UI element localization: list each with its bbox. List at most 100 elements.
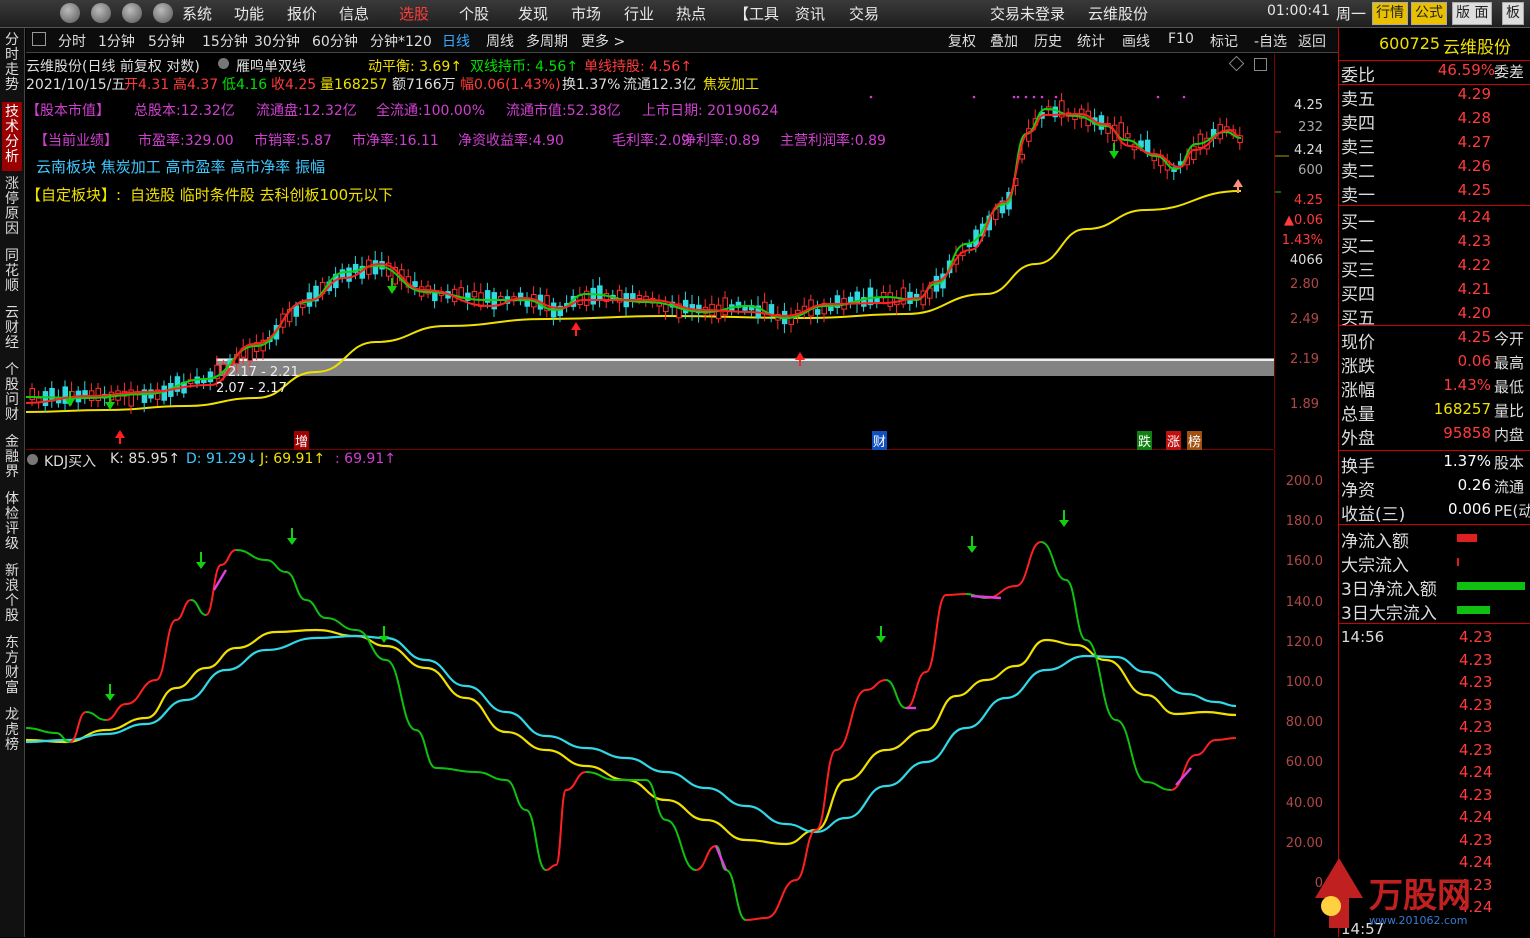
tool-6[interactable]: 标记 xyxy=(1210,31,1238,51)
login-status[interactable]: 交易未登录 xyxy=(990,3,1065,24)
period-10[interactable]: 更多 > xyxy=(581,31,625,51)
menu-item-7[interactable]: 市场 xyxy=(571,3,601,24)
zone-label-2: 2.07 - 2.17 xyxy=(216,381,287,396)
watermark-url: www.201062.com xyxy=(1369,914,1468,927)
menu-item-4[interactable]: 选股 xyxy=(399,3,429,24)
kdj-j-segment xyxy=(555,789,567,866)
menu-item-0[interactable]: 系统 xyxy=(182,3,212,24)
menu-item-12[interactable]: 交易 xyxy=(849,3,879,24)
signal-dot xyxy=(972,95,976,99)
left-tab-0[interactable]: 分时走势 xyxy=(2,30,22,99)
candle xyxy=(847,292,854,309)
menu-item-8[interactable]: 行业 xyxy=(624,3,654,24)
period-9[interactable]: 多周期 xyxy=(526,31,568,51)
bid-row[interactable]: 买四 4.21 xyxy=(1341,280,1530,305)
nav-forward-icon[interactable] xyxy=(91,3,111,23)
event-zeng-badge[interactable]: 增 xyxy=(294,431,310,450)
quote-row: 总量 168257 量比 xyxy=(1341,400,1530,425)
bid-row[interactable]: 买五 4.20 xyxy=(1341,304,1530,329)
period-6[interactable]: 分钟*120 xyxy=(370,31,432,51)
kdj-j-segment xyxy=(155,619,177,681)
weibi-extra: 委差 xyxy=(1494,63,1525,81)
bid-label: 买二 xyxy=(1341,237,1375,257)
left-tab-1[interactable]: 技术分析 xyxy=(2,102,22,171)
menu-item-6[interactable]: 发现 xyxy=(518,3,548,24)
ticks-time: 14:56 xyxy=(1341,628,1385,646)
btn-hangqing[interactable]: 行情 xyxy=(1372,2,1408,25)
quote-value: 168257 xyxy=(1433,400,1491,418)
signal-dot xyxy=(1024,95,1028,99)
ask-row[interactable]: 卖四 4.28 xyxy=(1341,109,1530,134)
ask-label: 卖一 xyxy=(1341,186,1375,206)
period-5[interactable]: 60分钟 xyxy=(312,31,358,51)
period-1[interactable]: 1分钟 xyxy=(98,31,135,51)
btn-ban[interactable]: 板 xyxy=(1502,2,1524,25)
tool-0[interactable]: 复权 xyxy=(948,31,976,51)
menu-item-5[interactable]: 个股 xyxy=(459,3,489,24)
bid-row[interactable]: 买三 4.22 xyxy=(1341,256,1530,281)
ask-row[interactable]: 卖二 4.26 xyxy=(1341,157,1530,182)
candle xyxy=(834,289,841,315)
kdj-arrow-icon xyxy=(876,636,886,643)
left-tab-6[interactable]: 金融界 xyxy=(2,432,22,486)
period-0[interactable]: 分时 xyxy=(58,31,86,51)
candle xyxy=(313,280,319,308)
event-die-badge[interactable]: 跌 xyxy=(1137,431,1153,450)
menu-item-10[interactable]: 【工具 xyxy=(734,3,779,24)
left-tab-7[interactable]: 体检评级 xyxy=(2,489,22,558)
left-tab-5[interactable]: 个股问财 xyxy=(2,360,22,429)
left-tab-4[interactable]: 云财经 xyxy=(2,303,22,357)
bid-row[interactable]: 买一 4.24 xyxy=(1341,208,1530,233)
period-4[interactable]: 30分钟 xyxy=(254,31,300,51)
period-7[interactable]: 日线 xyxy=(442,31,470,51)
kdj-j-segment xyxy=(435,767,477,773)
period-8[interactable]: 周线 xyxy=(486,31,514,51)
quote-name: 云维股份 xyxy=(1443,38,1511,58)
tool-4[interactable]: 画线 xyxy=(1122,31,1150,51)
btn-gongshi[interactable]: 公式 xyxy=(1411,2,1447,25)
quote-label: 涨跌 xyxy=(1341,357,1375,377)
menu-item-2[interactable]: 报价 xyxy=(287,3,317,24)
kdj-j-segment xyxy=(415,729,437,769)
period-3[interactable]: 15分钟 xyxy=(202,31,248,51)
tool-7[interactable]: -自选 xyxy=(1254,31,1287,51)
kdj-axis-label: 180.0 xyxy=(1285,514,1323,530)
tool-3[interactable]: 统计 xyxy=(1077,31,1105,51)
kdj-j-segment xyxy=(190,599,207,616)
tool-5[interactable]: F10 xyxy=(1168,31,1194,47)
kdj-j-segment xyxy=(475,771,507,781)
layout-toggle-icon[interactable] xyxy=(32,32,46,46)
left-tab-2[interactable]: 涨停原因 xyxy=(2,174,22,243)
event-zhang-badge[interactable]: 涨 xyxy=(1166,431,1182,450)
left-tab-9[interactable]: 东方财富 xyxy=(2,633,22,702)
quote2-value: 0.26 xyxy=(1457,476,1491,494)
menu-item-1[interactable]: 功能 xyxy=(234,3,264,24)
nav-down-icon[interactable] xyxy=(153,3,173,23)
left-tab-10[interactable]: 龙虎榜 xyxy=(2,705,22,759)
quote-extra: 内盘 xyxy=(1494,426,1525,444)
menu-item-9[interactable]: 热点 xyxy=(676,3,706,24)
nav-back-icon[interactable] xyxy=(60,3,80,23)
ask-row[interactable]: 卖五 4.29 xyxy=(1341,85,1530,110)
tool-2[interactable]: 历史 xyxy=(1034,31,1062,51)
tool-1[interactable]: 叠加 xyxy=(990,31,1018,51)
bid-row[interactable]: 买二 4.23 xyxy=(1341,232,1530,257)
event-bang-badge[interactable]: 榜 xyxy=(1187,431,1203,450)
candle xyxy=(656,294,662,315)
kdj-chart[interactable] xyxy=(26,450,1274,937)
btn-banmian[interactable]: 版 面 xyxy=(1452,2,1493,25)
menu-item-11[interactable]: 资讯 xyxy=(795,3,825,24)
nav-up-icon[interactable] xyxy=(122,3,142,23)
left-tab-3[interactable]: 同花顺 xyxy=(2,246,22,300)
left-tab-8[interactable]: 新浪个股 xyxy=(2,561,22,630)
menu-item-3[interactable]: 信息 xyxy=(339,3,369,24)
tool-8[interactable]: 返回 xyxy=(1298,31,1326,51)
period-2[interactable]: 5分钟 xyxy=(148,31,185,51)
candle xyxy=(1224,117,1230,137)
event-cai-badge[interactable]: 财 xyxy=(872,431,888,450)
ask-row[interactable]: 卖一 4.25 xyxy=(1341,181,1530,206)
candlestick-chart[interactable] xyxy=(26,54,1274,449)
ask-row[interactable]: 卖三 4.27 xyxy=(1341,133,1530,158)
ask-price: 4.28 xyxy=(1457,109,1491,127)
ask-label: 卖四 xyxy=(1341,114,1375,134)
